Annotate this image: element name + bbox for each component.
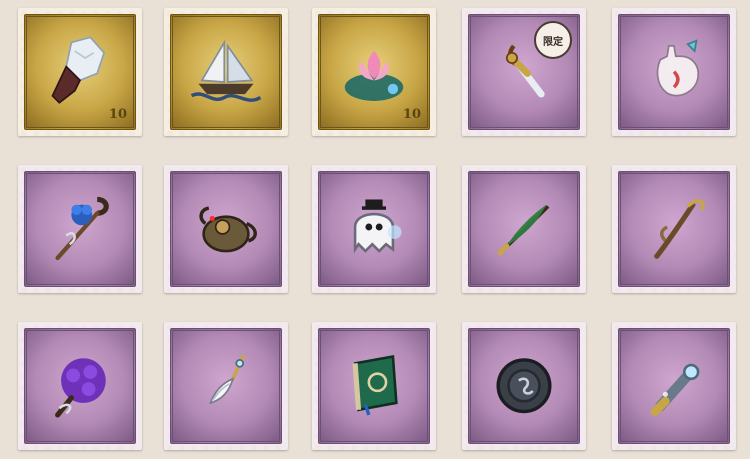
item-stamp[interactable]	[164, 322, 288, 450]
item-stamp[interactable]: 限定	[462, 8, 586, 136]
value-tag: 10	[402, 107, 421, 122]
stamp-frame	[170, 14, 282, 130]
round-shield-icon	[496, 358, 552, 414]
purple-bouquet-icon	[55, 358, 106, 418]
scroll-telescope-icon	[650, 363, 700, 416]
item-stamp[interactable]: 10	[312, 8, 436, 136]
value-tag: 10	[108, 107, 127, 122]
stamp-frame	[170, 328, 282, 444]
mechanical-device-icon	[199, 206, 257, 253]
item-stamp[interactable]	[462, 322, 586, 450]
item-stamp[interactable]	[612, 8, 736, 136]
lotus-flower-icon	[344, 51, 404, 101]
item-stamp[interactable]	[164, 8, 288, 136]
stamp-frame	[318, 171, 430, 287]
bottle-fish-icon	[656, 39, 700, 97]
stamp-frame	[618, 328, 730, 444]
item-stamp[interactable]	[164, 165, 288, 293]
sailing-ship-icon	[190, 39, 262, 102]
item-stamp[interactable]	[18, 165, 142, 293]
branch-staff-icon	[654, 199, 705, 259]
stamp-frame: 10	[318, 14, 430, 130]
stamp-frame	[468, 328, 580, 444]
stamp-frame	[618, 171, 730, 287]
feather-quill-icon	[497, 204, 550, 256]
crystal-shard-icon	[51, 36, 106, 104]
stamp-frame: 限定	[468, 14, 580, 130]
stamp-frame	[618, 14, 730, 130]
stamp-frame	[468, 171, 580, 287]
item-stamp[interactable]	[18, 322, 142, 450]
limited-badge: 限定	[534, 21, 572, 59]
stamp-frame: 10	[24, 14, 136, 130]
ghost-doll-icon	[353, 199, 402, 254]
item-grid: 10 10 限定	[0, 0, 750, 459]
item-stamp[interactable]: 10	[18, 8, 142, 136]
stamp-frame	[24, 328, 136, 444]
item-stamp[interactable]	[462, 165, 586, 293]
item-stamp[interactable]	[612, 322, 736, 450]
item-stamp[interactable]	[312, 165, 436, 293]
blue-rose-cane-icon	[55, 196, 109, 261]
stamp-frame	[170, 171, 282, 287]
item-stamp[interactable]	[312, 322, 436, 450]
green-book-icon	[352, 354, 398, 416]
item-stamp[interactable]	[612, 165, 736, 293]
stamp-frame	[24, 171, 136, 287]
feather-pendant-icon	[209, 354, 245, 405]
stamp-frame	[318, 328, 430, 444]
